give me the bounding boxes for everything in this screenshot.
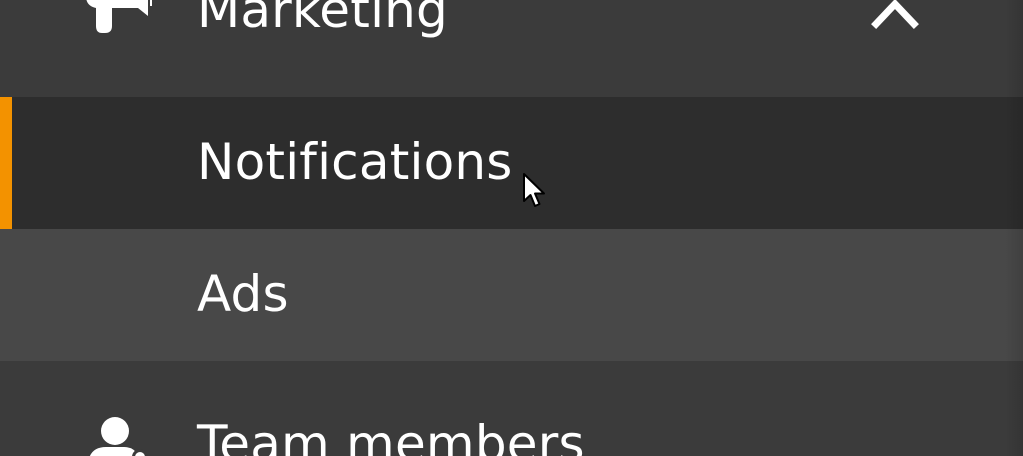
- sidebar-item-team-members[interactable]: Team members: [0, 361, 1023, 456]
- sidebar-item-label: Notifications: [197, 133, 513, 191]
- sidebar-item-label: Ads: [197, 265, 289, 323]
- active-indicator: [0, 97, 12, 229]
- sidebar-item-label: Team members: [197, 415, 585, 456]
- sidebar-item-notifications[interactable]: Notifications: [0, 97, 1023, 229]
- user-gear-icon: [82, 413, 154, 456]
- megaphone-icon: [82, 0, 154, 38]
- sidebar-nav: Marketing Notifications Ads Team members: [0, 0, 1023, 456]
- sidebar-item-ads[interactable]: Ads: [0, 229, 1023, 361]
- sidebar-item-marketing[interactable]: Marketing: [0, 0, 1023, 97]
- mouse-pointer-icon: [522, 172, 548, 214]
- chevron-up-icon[interactable]: [866, 0, 926, 40]
- sidebar-item-label: Marketing: [197, 0, 448, 39]
